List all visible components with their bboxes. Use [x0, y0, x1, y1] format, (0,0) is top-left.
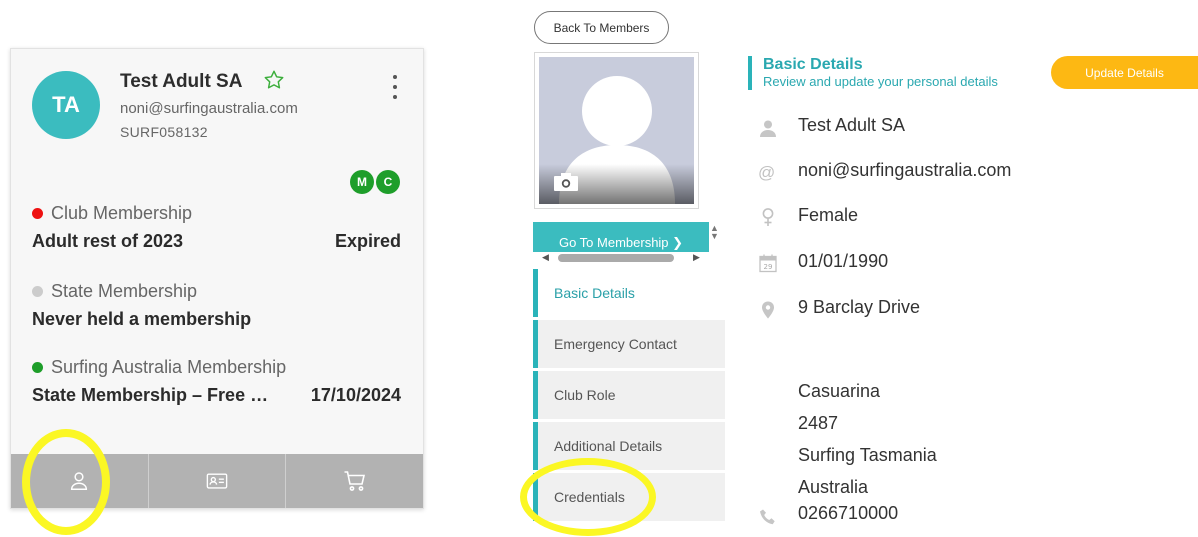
detail-state: Surfing Tasmania — [798, 445, 937, 465]
profile-photo-placeholder[interactable] — [539, 57, 694, 204]
detail-email: noni@surfingaustralia.com — [798, 160, 1012, 180]
member-avatar: TA — [32, 71, 100, 139]
location-pin-icon — [762, 301, 774, 319]
status-dot-red — [32, 208, 43, 219]
nav-item-emergency-contact[interactable]: Emergency Contact — [533, 320, 725, 368]
badge-m: M — [350, 170, 374, 194]
scroll-right-icon[interactable]: ▶ — [693, 252, 700, 263]
favorite-star-icon[interactable] — [263, 69, 285, 91]
status-dot-grey — [32, 286, 43, 297]
scrollbar-thumb[interactable] — [558, 254, 674, 262]
state-membership: State Membership Never held a membership — [32, 281, 401, 330]
member-email: noni@surfingaustralia.com — [120, 100, 298, 117]
calendar-icon: 29 — [759, 254, 777, 273]
membership-type: State Membership – Free … — [32, 385, 269, 405]
at-sign-icon: @ — [758, 163, 776, 182]
scroll-left-icon[interactable]: ◀ — [542, 252, 549, 263]
detail-address-line1: 9 Barclay Drive — [798, 297, 921, 317]
section-subtitle: Review and update your personal details — [763, 74, 998, 89]
phone-icon — [760, 509, 775, 525]
back-to-members-button[interactable]: Back To Members — [534, 11, 669, 44]
cart-icon — [344, 471, 365, 491]
highlight-circle-credentials — [520, 458, 656, 536]
section-title: Basic Details — [763, 56, 863, 73]
id-card-icon — [206, 473, 228, 489]
club-membership: Club Membership Adult rest of 2023 Expire… — [32, 203, 401, 252]
detail-phone: 0266710000 — [798, 503, 899, 523]
badge-c: C — [376, 170, 400, 194]
membership-label: Club Membership — [51, 203, 193, 223]
nav-item-basic-details[interactable]: Basic Details — [533, 269, 725, 317]
detail-city: Casuarina — [798, 381, 881, 401]
nav-item-club-role[interactable]: Club Role — [533, 371, 725, 419]
member-name: Test Adult SA — [120, 71, 243, 92]
camera-icon[interactable] — [553, 172, 579, 192]
surfing-australia-membership: Surfing Australia Membership State Membe… — [32, 357, 401, 406]
membership-value: Expired — [334, 231, 401, 251]
basic-details-header: Basic Details Review and update your per… — [748, 56, 998, 90]
detail-country: Australia — [798, 477, 869, 497]
membership-type: Adult rest of 2023 — [32, 231, 184, 251]
highlight-circle-profile — [22, 429, 110, 535]
calendar-day: 29 — [764, 263, 773, 271]
detail-dob: 01/01/1990 — [798, 251, 889, 271]
horizontal-scrollbar[interactable]: ◀ ▶ — [538, 252, 703, 264]
membership-value: 17/10/2024 — [310, 385, 401, 405]
female-icon — [762, 208, 774, 226]
spinner-arrows-icon[interactable]: ▲ ▼ — [710, 224, 719, 241]
detail-postcode: 2487 — [798, 413, 839, 433]
detail-name: Test Adult SA — [798, 115, 906, 135]
membership-badges: M C — [350, 170, 400, 194]
profile-photo-frame — [534, 52, 699, 209]
membership-label: State Membership — [51, 281, 198, 301]
membership-label: Surfing Australia Membership — [51, 357, 287, 377]
status-dot-green — [32, 362, 43, 373]
update-details-button[interactable]: Update Details — [1051, 56, 1198, 89]
go-to-membership-button[interactable]: Go To Membership ❯ — [533, 222, 709, 252]
detail-gender: Female — [798, 205, 859, 225]
person-icon — [760, 120, 776, 137]
cart-button[interactable] — [286, 454, 423, 508]
membership-type: Never held a membership — [32, 309, 252, 329]
more-options-icon[interactable] — [391, 75, 399, 99]
member-id: SURF058132 — [120, 124, 208, 140]
id-card-button[interactable] — [149, 454, 287, 508]
